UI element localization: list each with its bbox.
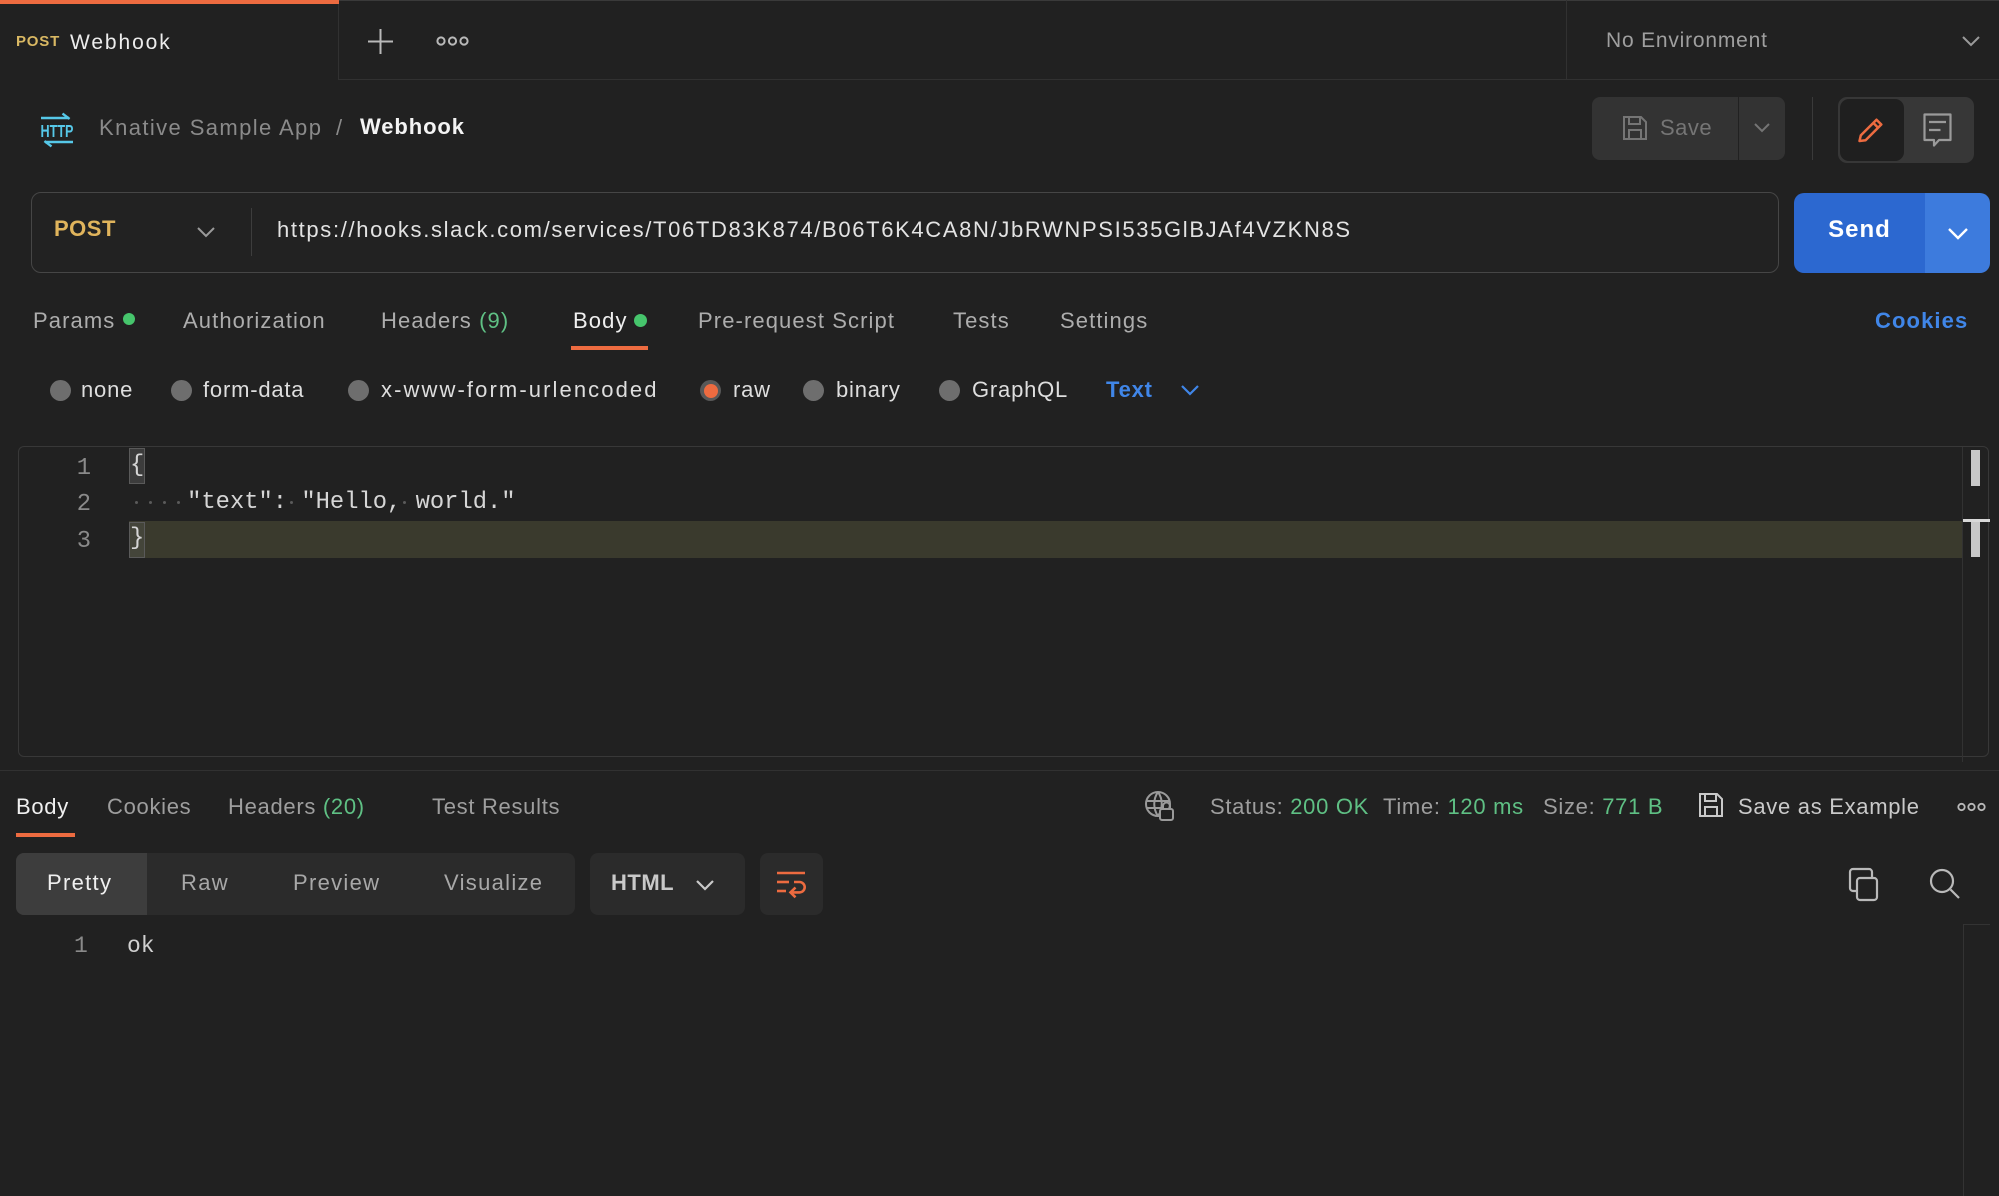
- svg-text:HTTP: HTTP: [41, 121, 74, 141]
